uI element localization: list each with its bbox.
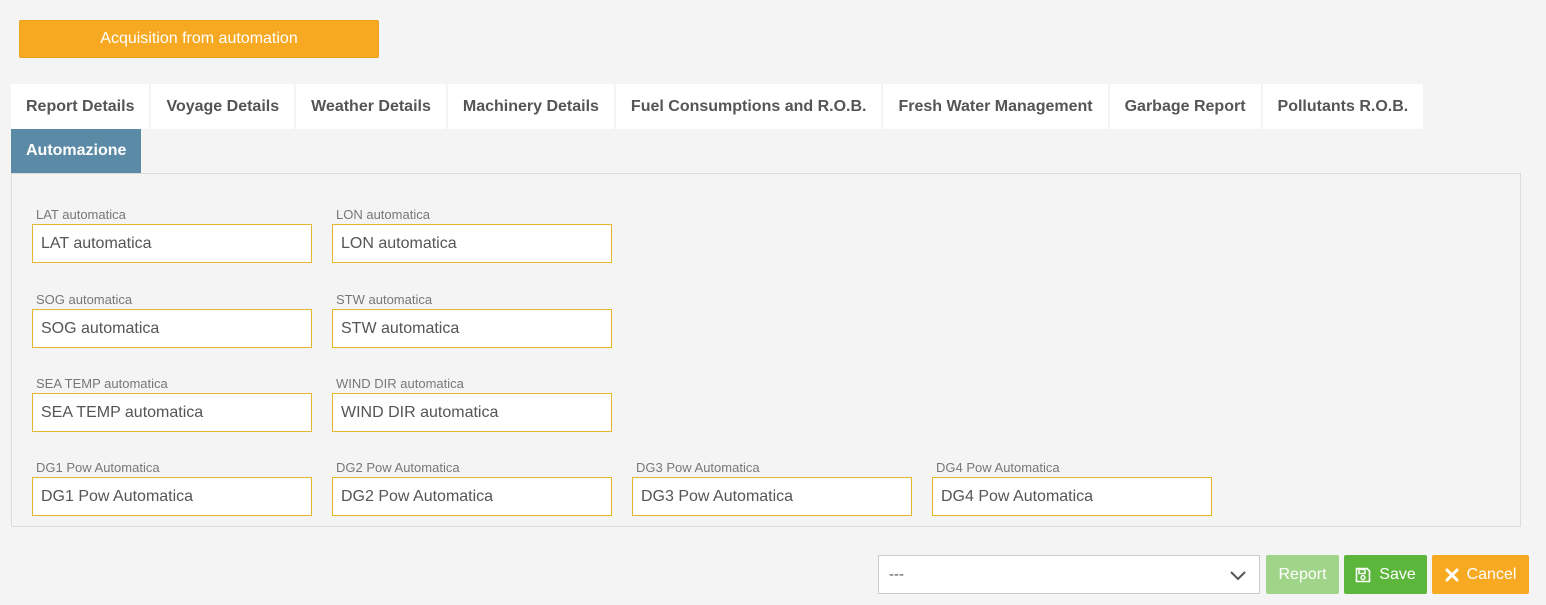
cancel-button-label: Cancel [1466, 565, 1517, 583]
tab-fuel-consumptions[interactable]: Fuel Consumptions and R.O.B. [615, 84, 882, 129]
dg3-label: DG3 Pow Automatica [636, 460, 760, 475]
cancel-button[interactable]: Cancel [1432, 555, 1529, 594]
save-button-label: Save [1379, 565, 1416, 583]
floppy-disk-icon [1355, 567, 1371, 583]
page: Acquisition from automation Report Detai… [0, 0, 1546, 605]
chevron-down-icon [1229, 566, 1247, 584]
report-type-select[interactable]: --- [878, 555, 1260, 594]
sog-field-group: SOG automatica [32, 291, 312, 348]
close-icon [1445, 568, 1459, 582]
dg3-field-group: DG3 Pow Automatica [632, 459, 912, 516]
tab-garbage-report[interactable]: Garbage Report [1109, 84, 1261, 129]
report-button[interactable]: Report [1266, 555, 1339, 594]
dg3-input[interactable] [632, 477, 912, 516]
stw-label: STW automatica [336, 292, 433, 307]
dg1-label: DG1 Pow Automatica [36, 460, 160, 475]
report-button-label: Report [1278, 565, 1327, 583]
lon-label: LON automatica [336, 207, 430, 222]
wind-dir-field-group: WIND DIR automatica [332, 375, 612, 432]
sea-temp-label: SEA TEMP automatica [36, 376, 168, 391]
tab-machinery-details[interactable]: Machinery Details [447, 84, 614, 129]
tabs-row-1: Report Details Voyage Details Weather De… [11, 84, 1425, 129]
lat-label: LAT automatica [36, 207, 126, 222]
sog-label: SOG automatica [36, 292, 133, 307]
dg2-field-group: DG2 Pow Automatica [332, 459, 612, 516]
tab-voyage-details[interactable]: Voyage Details [151, 84, 295, 129]
save-button[interactable]: Save [1344, 555, 1427, 594]
dg4-input[interactable] [932, 477, 1212, 516]
tab-automazione[interactable]: Automazione [11, 129, 142, 173]
dg1-input[interactable] [32, 477, 312, 516]
lon-input[interactable] [332, 224, 612, 263]
dg2-input[interactable] [332, 477, 612, 516]
automazione-panel: LAT automatica LON automatica SOG automa… [11, 173, 1521, 527]
sea-temp-input[interactable] [32, 393, 312, 432]
lat-input[interactable] [32, 224, 312, 263]
lon-field-group: LON automatica [332, 206, 612, 263]
tab-pollutants-rob[interactable]: Pollutants R.O.B. [1262, 84, 1424, 129]
tabs-row-2: Automazione [11, 129, 143, 173]
stw-field-group: STW automatica [332, 291, 612, 348]
tab-weather-details[interactable]: Weather Details [296, 84, 446, 129]
dg1-field-group: DG1 Pow Automatica [32, 459, 312, 516]
dg4-field-group: DG4 Pow Automatica [932, 459, 1212, 516]
report-type-select-value: --- [889, 566, 904, 583]
acquisition-from-automation-button[interactable]: Acquisition from automation [19, 20, 379, 58]
dg4-label: DG4 Pow Automatica [936, 460, 1060, 475]
tab-fresh-water-management[interactable]: Fresh Water Management [883, 84, 1108, 129]
sog-input[interactable] [32, 309, 312, 348]
dg2-label: DG2 Pow Automatica [336, 460, 460, 475]
wind-dir-input[interactable] [332, 393, 612, 432]
stw-input[interactable] [332, 309, 612, 348]
sea-temp-field-group: SEA TEMP automatica [32, 375, 312, 432]
wind-dir-label: WIND DIR automatica [336, 376, 464, 391]
tab-report-details[interactable]: Report Details [11, 84, 150, 129]
lat-field-group: LAT automatica [32, 206, 312, 263]
